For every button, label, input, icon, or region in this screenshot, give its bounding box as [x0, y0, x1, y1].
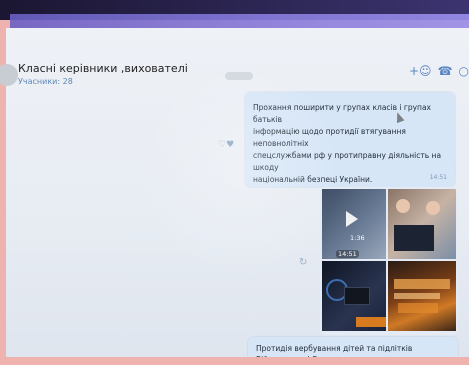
- poster-image: [394, 225, 434, 251]
- phone-icon[interactable]: ☎: [438, 64, 453, 78]
- header-actions: +☺ ☎ ○: [409, 64, 469, 78]
- message-line: інформацію щодо протидії втягування непо…: [253, 127, 406, 148]
- poster-banner: [356, 317, 386, 327]
- date-separator: [225, 72, 253, 80]
- message-line: спецслужбами рф у протиправну діяльність…: [253, 151, 442, 172]
- message-bubble[interactable]: Прохання поширити у групах класів і груп…: [245, 92, 455, 187]
- media-album[interactable]: 1:36 14:51: [320, 187, 458, 335]
- heart-reaction-icon[interactable]: ♡♥: [218, 140, 234, 150]
- chat-title[interactable]: Класні керівники ,вихователі: [18, 62, 188, 75]
- media-time: 14:51: [336, 250, 359, 258]
- person-image: [396, 199, 410, 213]
- message-line: Прохання поширити у групах класів і груп…: [253, 103, 431, 124]
- message-text: Прохання поширити у групах класів і груп…: [253, 102, 453, 186]
- message-time: 14:51: [429, 174, 447, 181]
- message-line: Протидія вербування дітей та підлітків: [256, 344, 413, 353]
- video-duration: 1:36: [350, 234, 365, 242]
- photo-border: [0, 357, 469, 365]
- poster-subheading: [394, 293, 440, 299]
- forward-icon[interactable]: ↻: [299, 257, 307, 268]
- chat-members-count: Учасники: 28: [18, 77, 73, 86]
- video-thumbnail[interactable]: 1:36 14:51: [322, 189, 386, 259]
- photo-frame: Класні керівники ,вихователі Учасники: 2…: [0, 0, 469, 365]
- add-user-icon[interactable]: +☺: [409, 64, 432, 78]
- poster-banner: [398, 303, 438, 313]
- laptop-image: [344, 287, 370, 305]
- photo-thumbnail[interactable]: [388, 261, 456, 331]
- message-line: національній безпеці України.: [253, 175, 373, 184]
- more-icon[interactable]: ○: [459, 64, 469, 78]
- photo-thumbnail[interactable]: [322, 261, 386, 331]
- photo-thumbnail[interactable]: [388, 189, 456, 259]
- person-image: [426, 201, 440, 215]
- play-icon[interactable]: [346, 211, 358, 227]
- avatar[interactable]: [0, 64, 18, 86]
- poster-heading: [394, 279, 450, 289]
